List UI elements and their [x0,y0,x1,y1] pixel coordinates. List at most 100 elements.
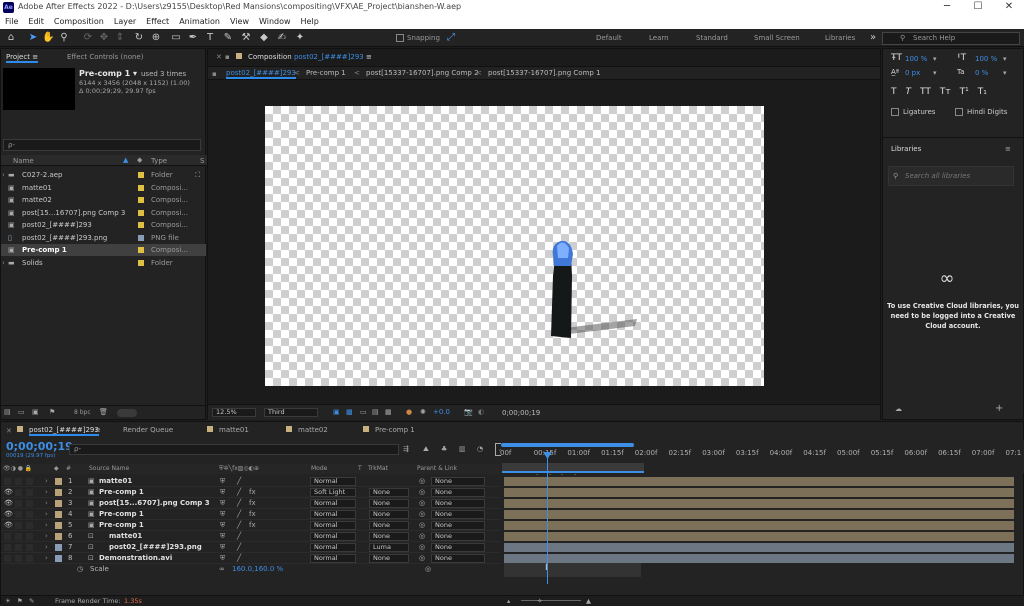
zoom-out-icon[interactable]: ▴ [507,596,510,606]
all-caps-button[interactable]: TT [920,87,931,97]
column-mode[interactable]: Mode [311,464,327,474]
toggle-modes-icon[interactable]: ⚑ [17,596,23,606]
tab-matte01[interactable]: matte01 [219,426,249,434]
overflow-icon[interactable]: » [867,32,879,44]
layer-row[interactable]: › 8 ⊡ Demonstration.avi ⛨ ╱ Normal None ◎ None [1,553,501,564]
quality-switch-icon[interactable]: ╱ [237,498,241,509]
shy-switch-icon[interactable]: ⛨ [220,476,225,487]
tab-matte02[interactable]: matte02 [298,426,328,434]
column-type[interactable]: Type [151,157,167,165]
blend-mode-dropdown[interactable]: Soft Light [310,488,356,497]
label-swatch[interactable] [138,209,144,216]
show-snapshot-icon[interactable]: ◐ [478,408,484,416]
faux-bold-button[interactable]: T [891,87,897,97]
hindi-digits-checkbox[interactable] [955,108,963,116]
layer-name[interactable]: Pre-comp 1 [99,509,144,520]
breadcrumb-item[interactable]: post[15337-16707].png Comp 2 [366,69,479,77]
layer-name[interactable]: Pre-comp 1 [99,520,144,531]
close-tab-icon[interactable]: ✕ [6,427,12,435]
tab-pre-comp-1[interactable]: Pre-comp 1 [375,426,415,434]
parent-dropdown[interactable]: None [431,477,485,486]
toggle-switches-icon[interactable]: ☀ [5,596,11,606]
expand-chevron-icon[interactable]: › [2,257,5,269]
layer-name[interactable]: post[15...6707].png Comp 3 [99,498,210,509]
layer-row[interactable]: 👁 › 3 ▣ post[15...6707].png Comp 3 ⛨ ╱ fx Normal… [1,498,501,509]
tab-effect-controls[interactable]: Effect Controls (none) [67,53,143,61]
parent-dropdown[interactable]: None [431,543,485,552]
audio-toggle[interactable] [15,522,22,529]
quality-switch-icon[interactable]: ╱ [237,520,241,531]
track-matte-dropdown[interactable]: None [369,521,409,530]
layer-duration-bar[interactable] [504,510,1014,519]
sort-ascending-icon[interactable]: ▲ [123,156,128,164]
blend-mode-dropdown[interactable]: Normal [310,510,356,519]
libraries-search-input[interactable]: ⚲ Search all libraries [888,166,1014,186]
home-icon[interactable]: ⌂ [5,32,17,44]
eraser-tool-icon[interactable]: ◆ [258,32,270,44]
column-source-name[interactable]: Source Name [89,464,129,474]
track-matte-dropdown[interactable]: None [369,532,409,541]
current-time-display[interactable]: 0;00;00;19 [6,440,73,453]
work-area-range[interactable] [502,463,644,473]
project-search-input[interactable]: ρ‑ [3,139,201,151]
column-name[interactable]: Name [13,157,34,165]
quality-switch-icon[interactable]: ╱ [237,531,241,542]
scale-value[interactable]: 160.0,160.0 % [232,564,283,575]
workspace-small-screen[interactable]: Small Screen [754,34,800,42]
layer-duration-bar[interactable] [504,499,1014,508]
chevron-down-icon[interactable]: ▾ [933,69,937,77]
breadcrumb-item[interactable]: post[15337-16707].png Comp 1 [488,69,601,77]
trash-icon[interactable]: 🗑 [99,408,108,416]
layer-label-swatch[interactable] [55,478,62,485]
column-parent-link[interactable]: Parent & Link [417,464,457,474]
horizontal-scale-value[interactable]: 100 % [905,55,927,63]
blend-mode-dropdown[interactable]: Normal [310,521,356,530]
shy-switch-icon[interactable]: ⛨ [220,509,225,520]
layer-duration-bar[interactable] [504,488,1014,497]
cloud-sync-icon[interactable]: ☁ [895,405,902,413]
project-item[interactable]: ▯ post02_[####]293.png PNG file [1,232,206,244]
layer-duration-bar[interactable] [504,477,1014,486]
project-item[interactable]: ▣ matte01 Composi... [1,182,206,194]
chevron-down-icon[interactable]: ▾ [933,55,937,63]
layer-duration-bar[interactable] [504,543,1014,552]
clone-stamp-icon[interactable]: ⚒ [240,32,252,44]
effects-switch-icon[interactable]: fx [249,487,256,498]
snapshot-icon[interactable]: 📷 [464,408,473,416]
rectangle-tool-icon[interactable]: ▭ [170,32,182,44]
solo-toggle[interactable] [26,555,33,562]
solo-toggle[interactable] [26,511,33,518]
parent-dropdown[interactable]: None [431,510,485,519]
visibility-eye-icon[interactable]: 👁 [4,487,13,498]
parent-pick-whip-icon[interactable]: ◎ [419,476,425,487]
lock-icon[interactable]: ▪ [225,53,230,61]
resolution-dropdown[interactable]: Third [264,408,318,417]
menu-edit[interactable]: Edit [23,15,49,29]
pan-tool-icon[interactable]: ✥ [98,32,110,44]
menu-layer[interactable]: Layer [109,15,141,29]
workspace-default[interactable]: Default [596,34,622,42]
expand-layer-chevron-icon[interactable]: › [45,476,48,487]
audio-toggle[interactable] [15,500,22,507]
shy-switch-icon[interactable]: ⛨ [220,531,225,542]
layer-duration-bar[interactable] [504,521,1014,530]
faux-italic-button[interactable]: T [906,87,912,97]
shy-switch-icon[interactable]: ⛨ [220,542,225,553]
menu-animation[interactable]: Animation [174,15,225,29]
quality-switch-icon[interactable]: ╱ [237,476,241,487]
chevron-down-icon[interactable]: ▾ [1003,55,1007,63]
stopwatch-icon[interactable]: ◷ [77,564,83,575]
layer-label-swatch[interactable] [55,544,62,551]
layer-label-swatch[interactable] [55,500,62,507]
rotate-tool-icon[interactable]: ↻ [133,32,145,44]
shy-switch-icon[interactable]: ⛨ [220,520,225,531]
layer-label-swatch[interactable] [55,511,62,518]
anchor-tool-icon[interactable]: ⊕ [150,32,162,44]
constrain-link-icon[interactable]: ∞ [219,564,225,575]
visibility-eye-icon[interactable]: 👁 [4,509,13,520]
layer-name[interactable]: Pre-comp 1 [99,487,144,498]
parent-pick-whip-icon[interactable]: ◎ [419,487,425,498]
close-button[interactable]: ✕ [994,0,1024,15]
shy-switch-icon[interactable]: ⛨ [220,487,225,498]
subscript-button[interactable]: T₁ [978,87,987,97]
